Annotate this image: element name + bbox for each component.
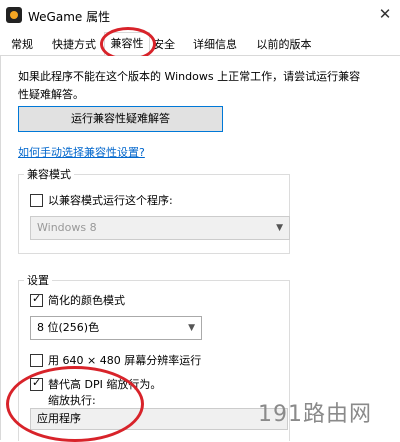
window-title: WeGame 属性 (28, 10, 111, 24)
run-troubleshooter-button[interactable]: 运行兼容性疑难解答 (18, 106, 223, 132)
res640-label: 用 640 × 480 屏幕分辨率运行 (48, 354, 202, 367)
compat-mode-group (18, 174, 290, 254)
settings-legend: 设置 (24, 272, 52, 288)
compat-os-value: Windows 8 (37, 221, 97, 234)
compat-mode-checkbox[interactable] (30, 194, 43, 207)
compat-mode-label: 以兼容模式运行这个程序: (48, 194, 173, 207)
reduced-color-label: 简化的颜色模式 (48, 294, 125, 307)
high-dpi-override-label: 替代高 DPI 缩放行为。 (48, 378, 162, 391)
title-bar: WeGame 属性 ✕ (0, 0, 400, 32)
tab-compatibility[interactable]: 兼容性 (104, 32, 150, 55)
intro-text-line2: 性疑难解答。 (18, 88, 84, 101)
tab-general[interactable]: 常规 (4, 33, 40, 55)
tab-shortcut[interactable]: 快捷方式 (42, 33, 106, 55)
close-icon[interactable]: ✕ (376, 5, 394, 23)
compat-os-select: Windows 8 ▼ (30, 216, 290, 240)
intro-text-line1: 如果此程序不能在这个版本的 Windows 上正常工作，请尝试运行兼容 (18, 70, 361, 83)
high-dpi-override-checkbox[interactable] (30, 376, 43, 391)
chevron-down-icon: ▼ (276, 223, 283, 233)
tab-security[interactable]: 安全 (148, 33, 180, 55)
scaling-performed-label: 缩放执行: (48, 394, 96, 407)
chevron-down-icon: ▼ (188, 323, 195, 333)
scaling-mode-select[interactable]: 应用程序 (30, 408, 288, 430)
manual-settings-link[interactable]: 如何手动选择兼容性设置? (18, 144, 145, 160)
tab-details[interactable]: 详细信息 (184, 33, 246, 55)
color-depth-select[interactable]: 8 位(256)色 ▼ (30, 316, 202, 340)
watermark: 191路由网 (258, 402, 372, 427)
wegame-app-icon (6, 7, 22, 23)
res640-checkbox[interactable] (30, 354, 43, 367)
tab-previous-versions[interactable]: 以前的版本 (248, 33, 320, 55)
compat-mode-legend: 兼容模式 (24, 166, 74, 182)
tab-strip: 常规 快捷方式 兼容性 安全 详细信息 以前的版本 (0, 32, 400, 56)
scaling-mode-value: 应用程序 (37, 412, 81, 425)
color-depth-value: 8 位(256)色 (37, 321, 100, 334)
reduced-color-checkbox[interactable] (30, 292, 43, 307)
